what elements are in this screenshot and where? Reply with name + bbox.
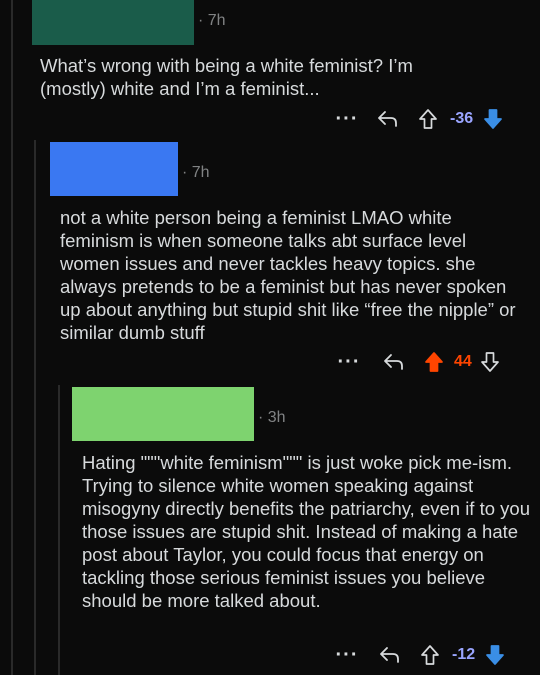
action-bar-3: ··· -12 bbox=[334, 640, 507, 670]
more-options-button-3[interactable]: ··· bbox=[334, 645, 360, 665]
more-options-button-1[interactable]: ··· bbox=[334, 109, 360, 129]
downvote-icon[interactable] bbox=[481, 108, 505, 130]
thread-line-level-3 bbox=[58, 385, 60, 675]
action-bar-2: ··· 44 bbox=[336, 347, 502, 377]
comment-timestamp-2: · 7h bbox=[182, 164, 210, 181]
action-bar-1: ··· -36 bbox=[334, 104, 505, 134]
upvote-icon[interactable] bbox=[422, 351, 446, 373]
reply-icon[interactable] bbox=[376, 645, 404, 665]
reply-icon[interactable] bbox=[380, 352, 408, 372]
comment-text-3: Hating """white feminism""" is just woke… bbox=[82, 452, 530, 611]
comment-timestamp-1: · 7h bbox=[198, 12, 226, 29]
score-2: 44 bbox=[454, 353, 472, 370]
username-redacted-2[interactable] bbox=[50, 142, 178, 196]
downvote-icon[interactable] bbox=[483, 644, 507, 666]
upvote-icon[interactable] bbox=[416, 108, 440, 130]
score-3: -12 bbox=[452, 646, 476, 663]
score-1: -36 bbox=[450, 110, 474, 127]
comment-body-2: not a white person being a feminist LMAO… bbox=[60, 206, 522, 344]
comment-text-1: What’s wrong with being a white feminist… bbox=[40, 55, 413, 99]
more-options-button-2[interactable]: ··· bbox=[336, 352, 362, 372]
downvote-icon[interactable] bbox=[478, 351, 502, 373]
upvote-icon[interactable] bbox=[418, 644, 442, 666]
comment-body-3: Hating """white feminism""" is just woke… bbox=[82, 451, 530, 612]
thread-line-level-1 bbox=[11, 0, 13, 675]
username-redacted-1[interactable] bbox=[32, 0, 194, 45]
reply-icon[interactable] bbox=[374, 109, 402, 129]
comment-body-1: What’s wrong with being a white feminist… bbox=[40, 54, 470, 100]
comment-timestamp-3: · 3h bbox=[258, 409, 286, 426]
thread-line-level-2 bbox=[34, 140, 36, 675]
comment-text-2: not a white person being a feminist LMAO… bbox=[60, 207, 516, 343]
username-redacted-3[interactable] bbox=[72, 387, 254, 441]
